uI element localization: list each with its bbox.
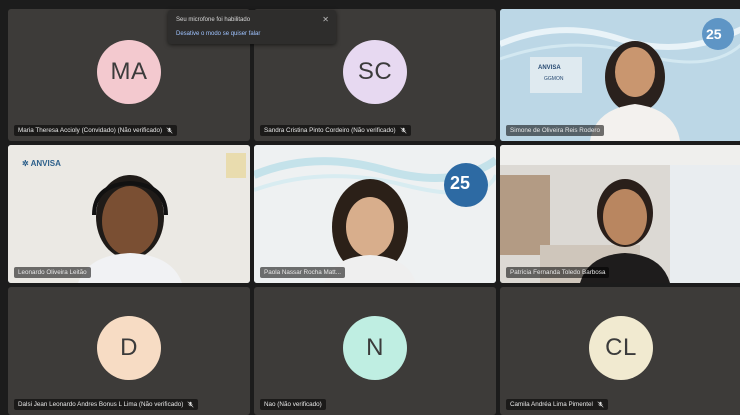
badge-25: 25 bbox=[450, 173, 471, 193]
participant-grid: MA Maria Theresa Accioly (Convidado) (Nã… bbox=[8, 9, 740, 415]
mic-off-icon bbox=[166, 127, 173, 134]
participant-name: Camila Andréa Lima Pimentel bbox=[510, 401, 593, 408]
participant-name: Patrícia Fernanda Toledo Barbosa bbox=[510, 269, 606, 276]
participant-name: Sandra Cristina Pinto Cordeiro (Não veri… bbox=[264, 127, 396, 134]
participant-nameplate: Nao (Não verificado) bbox=[260, 399, 326, 410]
participant-name: Leonardo Oliveira Leitão bbox=[18, 269, 87, 276]
avatar: MA bbox=[97, 40, 161, 105]
avatar: CL bbox=[589, 316, 653, 381]
video-feed bbox=[254, 145, 496, 283]
mic-enabled-toast: Seu microfone foi habilitado Desative o … bbox=[168, 10, 336, 44]
participant-nameplate: Maria Theresa Accioly (Convidado) (Não v… bbox=[14, 125, 178, 136]
avatar-initials: D bbox=[120, 334, 138, 362]
avatar: SC bbox=[343, 40, 407, 105]
close-icon[interactable]: ✕ bbox=[322, 15, 329, 24]
participant-name: Nao (Não verificado) bbox=[264, 401, 322, 408]
participant-tile-video[interactable]: ✲ ANVISA Leonardo Oliveira Leitão bbox=[8, 145, 250, 283]
mic-off-icon bbox=[400, 127, 407, 134]
participant-nameplate: Simone de Oliveira Reis Rodero bbox=[506, 125, 604, 136]
video-feed bbox=[500, 145, 740, 283]
participant-nameplate: Sandra Cristina Pinto Cordeiro (Não veri… bbox=[260, 125, 411, 136]
participant-tile-cl[interactable]: CL Camila Andréa Lima Pimentel bbox=[500, 287, 740, 415]
participant-tile-video[interactable]: ANVISA GGMON 25 Simone de Oliveira Reis … bbox=[500, 9, 740, 141]
participant-nameplate: Paola Nassar Rocha Matt... bbox=[260, 267, 345, 278]
avatar-initials: CL bbox=[605, 334, 637, 362]
participant-nameplate: Leonardo Oliveira Leitão bbox=[14, 267, 91, 278]
anvisa-logo: ANVISA bbox=[538, 65, 561, 71]
participant-tile-d[interactable]: D Dalsi Jean Leonardo Andres Bonus L Lim… bbox=[8, 287, 250, 415]
participant-tile-video[interactable]: Patrícia Fernanda Toledo Barbosa bbox=[500, 145, 740, 283]
participant-name: Maria Theresa Accioly (Convidado) (Não v… bbox=[18, 127, 163, 134]
badge-25: 25 bbox=[706, 26, 722, 42]
mic-off-icon bbox=[597, 401, 604, 408]
participant-nameplate: Dalsi Jean Leonardo Andres Bonus L Lima … bbox=[14, 399, 199, 410]
toast-title: Seu microfone foi habilitado bbox=[176, 17, 251, 23]
anvisa-logo: ✲ ANVISA bbox=[22, 159, 61, 168]
video-feed bbox=[500, 9, 740, 141]
participant-tile-n[interactable]: N Nao (Não verificado) bbox=[254, 287, 496, 415]
avatar-initials: MA bbox=[110, 58, 148, 86]
avatar-initials: SC bbox=[357, 58, 393, 86]
participant-nameplate: Patrícia Fernanda Toledo Barbosa bbox=[506, 267, 610, 278]
participant-name: Paola Nassar Rocha Matt... bbox=[264, 269, 341, 276]
toast-action-link[interactable]: Desative o modo se quiser falar bbox=[176, 31, 260, 37]
participant-tile-video[interactable]: 25 Paola Nassar Rocha Matt... bbox=[254, 145, 496, 283]
avatar: D bbox=[97, 316, 161, 381]
participant-name: Dalsi Jean Leonardo Andres Bonus L Lima … bbox=[18, 401, 184, 408]
participant-name: Simone de Oliveira Reis Rodero bbox=[510, 127, 600, 134]
avatar-initials: N bbox=[366, 334, 384, 362]
avatar: N bbox=[343, 316, 407, 381]
ggmon-label: GGMON bbox=[544, 76, 564, 82]
participant-nameplate: Camila Andréa Lima Pimentel bbox=[506, 399, 608, 410]
mic-off-icon bbox=[187, 401, 194, 408]
